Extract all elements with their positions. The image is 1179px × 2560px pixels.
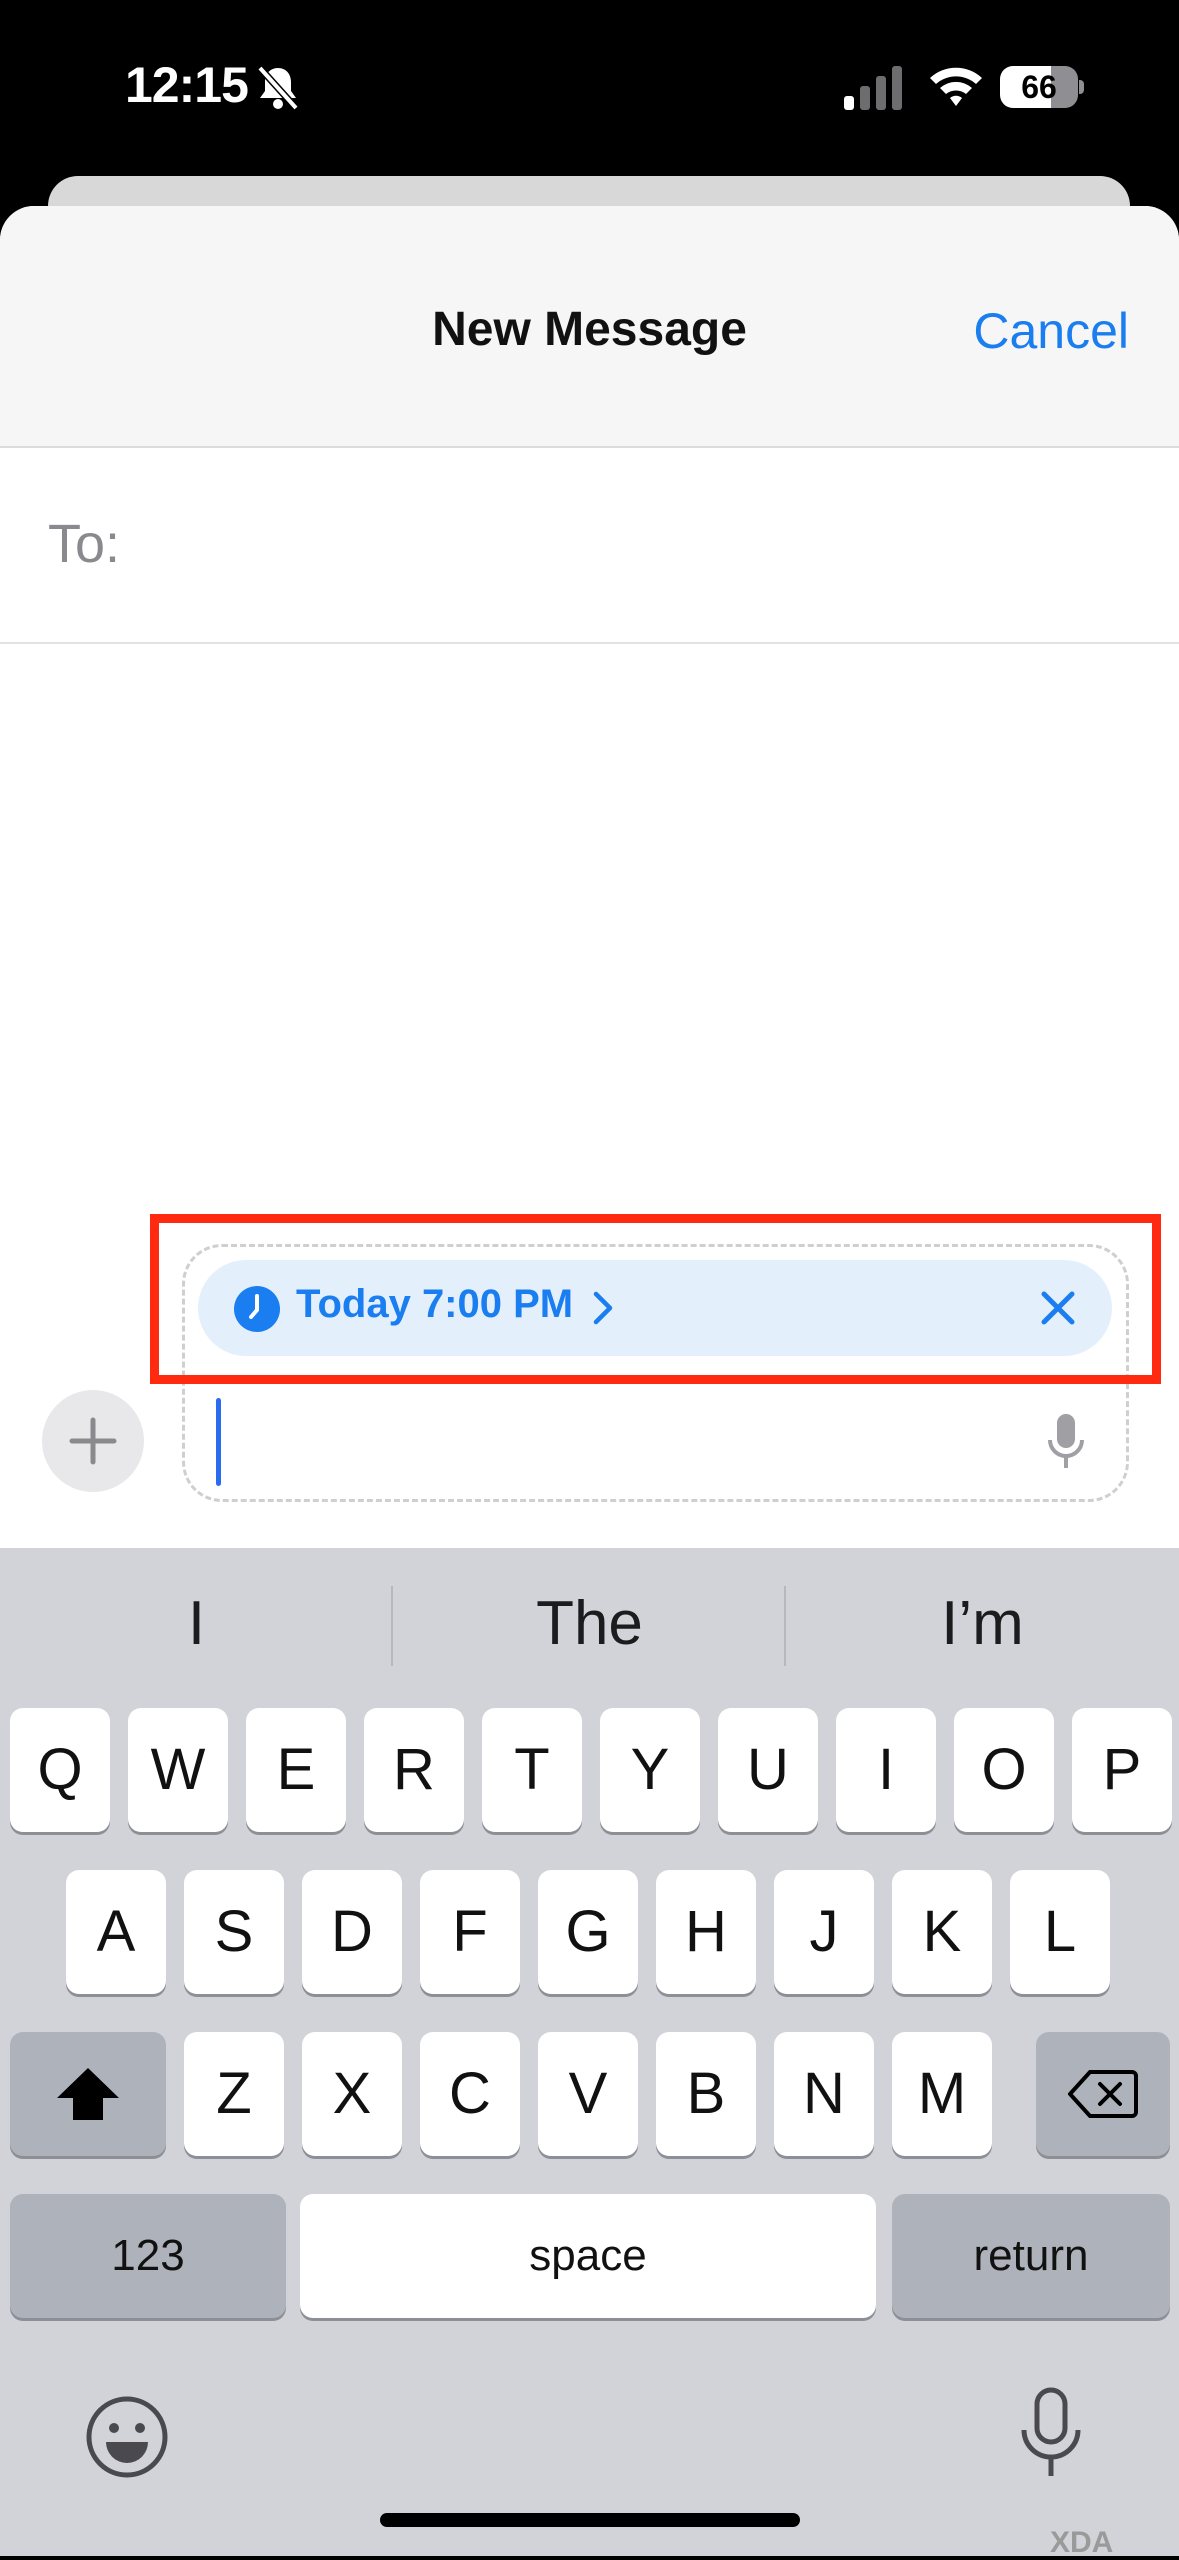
key-x[interactable]: X [302,2032,402,2156]
microphone-icon[interactable] [1016,2386,1086,2482]
key-h[interactable]: H [656,1870,756,1994]
highlight-box [150,1214,1161,1384]
to-label: To: [48,514,121,574]
home-indicator [380,2513,800,2527]
key-q[interactable]: Q [10,1708,110,1832]
suggestion-1[interactable]: I [0,1588,393,1659]
key-d[interactable]: D [302,1870,402,1994]
key-o[interactable]: O [954,1708,1054,1832]
key-i[interactable]: I [836,1708,936,1832]
shift-key[interactable] [10,2032,166,2156]
key-p[interactable]: P [1072,1708,1172,1832]
emoji-icon[interactable] [84,2394,170,2480]
dictation-mic-icon[interactable] [1046,1412,1086,1472]
key-g[interactable]: G [538,1870,638,1994]
space-key[interactable]: space [300,2194,876,2318]
bell-slash-icon [257,65,299,111]
suggestion-3[interactable]: I’m [786,1588,1179,1659]
key-j[interactable]: J [774,1870,874,1994]
key-z[interactable]: Z [184,2032,284,2156]
key-s[interactable]: S [184,1870,284,1994]
watermark: XDA [1050,2526,1114,2559]
key-f[interactable]: F [420,1870,520,1994]
suggestion-2[interactable]: The [393,1588,786,1659]
key-e[interactable]: E [246,1708,346,1832]
cancel-button[interactable]: Cancel [973,302,1129,360]
key-t[interactable]: T [482,1708,582,1832]
wifi-icon [930,67,982,106]
keyboard: I The I’m 123 space return QWERTYUIOPASD… [0,1548,1179,2556]
text-cursor [216,1398,221,1486]
battery-indicator: 66 [1000,66,1078,108]
key-y[interactable]: Y [600,1708,700,1832]
cellular-signal-icon [844,66,902,110]
delete-backspace-icon [1067,2070,1138,2118]
return-key[interactable]: return [892,2194,1170,2318]
key-c[interactable]: C [420,2032,520,2156]
shift-arrow-icon [57,2068,119,2120]
key-b[interactable]: B [656,2032,756,2156]
add-attachment-button[interactable] [42,1390,144,1492]
key-r[interactable]: R [364,1708,464,1832]
battery-cap [1079,80,1084,94]
key-a[interactable]: A [66,1870,166,1994]
key-n[interactable]: N [774,2032,874,2156]
key-l[interactable]: L [1010,1870,1110,1994]
key-k[interactable]: K [892,1870,992,1994]
battery-percent: 66 [1021,69,1057,105]
key-m[interactable]: M [892,2032,992,2156]
key-u[interactable]: U [718,1708,818,1832]
key-w[interactable]: W [128,1708,228,1832]
delete-key[interactable] [1036,2032,1170,2156]
numbers-key[interactable]: 123 [10,2194,286,2318]
key-v[interactable]: V [538,2032,638,2156]
navigation-bar: New Message Cancel [0,206,1179,448]
status-time: 12:15 [125,57,249,113]
recipient-field[interactable]: To: [0,448,1179,644]
plus-icon [69,1417,117,1465]
